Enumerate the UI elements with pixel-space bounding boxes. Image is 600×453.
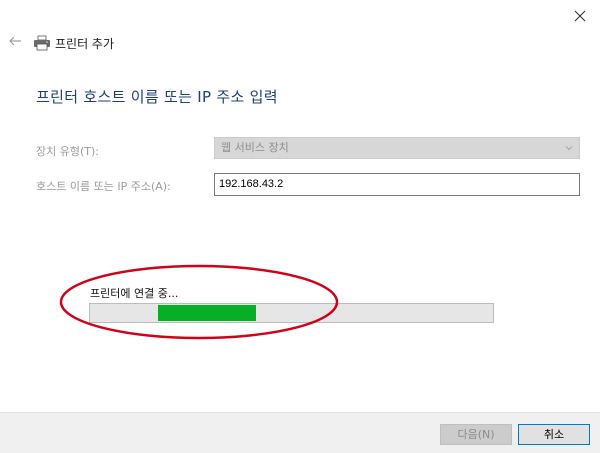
host-address-label: 호스트 이름 또는 IP 주소(A):: [36, 180, 171, 193]
page-title: 프린터 호스트 이름 또는 IP 주소 입력: [36, 88, 278, 106]
close-icon: [574, 10, 586, 22]
next-button[interactable]: 다음(N): [440, 424, 512, 445]
chevron-down-icon: [565, 146, 573, 151]
device-type-value: 웹 서비스 장치: [221, 141, 289, 154]
cancel-button[interactable]: 취소: [518, 424, 590, 445]
printer-icon: [34, 35, 50, 51]
device-type-label: 장치 유형(T):: [36, 145, 99, 158]
dialog-footer: 다음(N) 취소: [0, 412, 600, 453]
host-address-input[interactable]: 192.168.43.2: [214, 173, 580, 196]
red-annotation-ellipse: [59, 264, 339, 340]
connection-progress-bar: [89, 303, 494, 323]
connecting-status-text: 프린터에 연결 중...: [90, 287, 179, 300]
device-type-select: 웹 서비스 장치: [214, 137, 580, 159]
close-button[interactable]: [570, 6, 590, 26]
progress-indicator: [158, 305, 256, 321]
window-title: 프린터 추가: [55, 37, 115, 51]
back-button[interactable]: [8, 34, 24, 50]
back-arrow-icon: [9, 36, 21, 46]
